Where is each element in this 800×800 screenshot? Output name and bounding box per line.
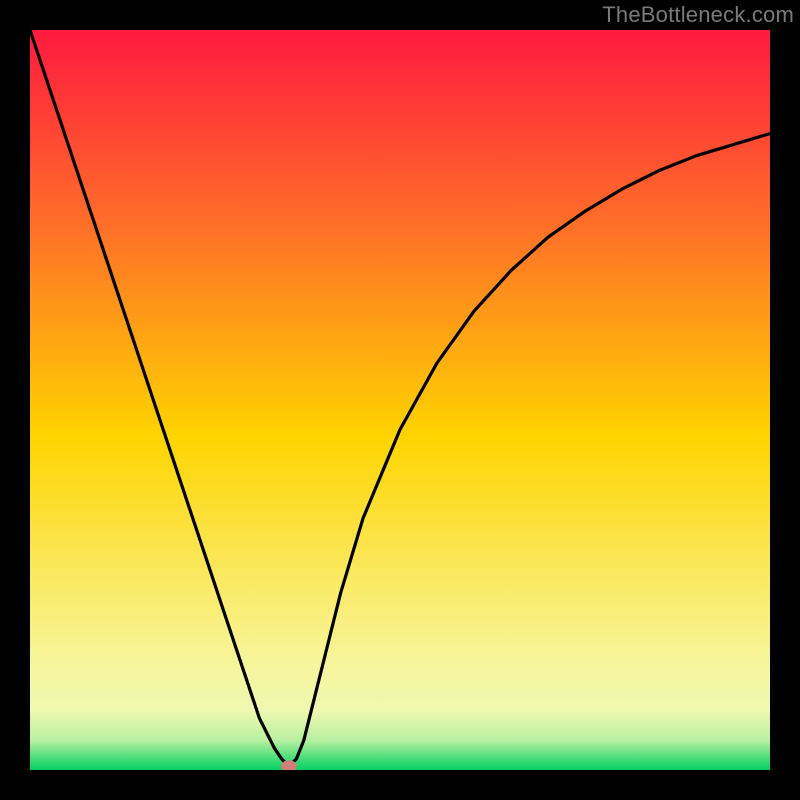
chart-frame: TheBottleneck.com [0,0,800,800]
bottleneck-chart [30,30,770,770]
gradient-background [30,30,770,770]
watermark-text: TheBottleneck.com [602,2,794,28]
plot-area [30,30,770,770]
